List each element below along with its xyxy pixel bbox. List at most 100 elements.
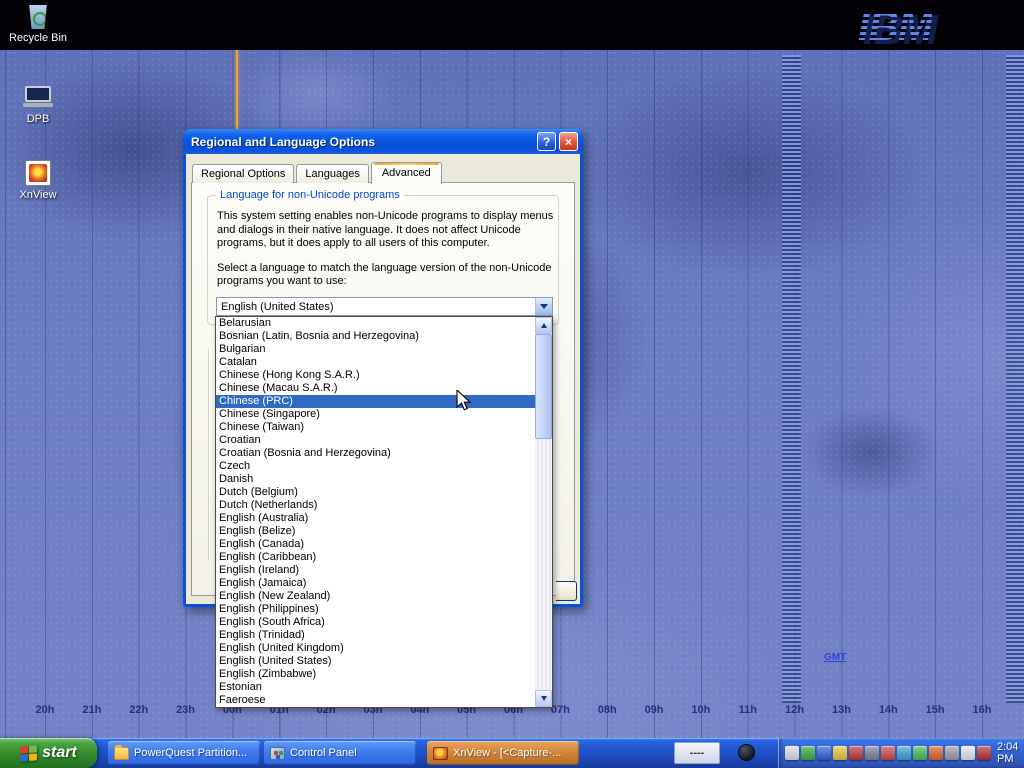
taskbar-button-powerquest[interactable]: PowerQuest Partition... (108, 741, 260, 765)
tray-icon-3[interactable] (817, 746, 831, 760)
language-option[interactable]: English (Philippines) (216, 603, 535, 616)
language-option[interactable]: English (Ireland) (216, 564, 535, 577)
desktop-icon-label: Recycle Bin (6, 32, 70, 44)
tray-icon-4[interactable] (833, 746, 847, 760)
language-option[interactable]: Dutch (Belgium) (216, 486, 535, 499)
tray-icon-11[interactable] (945, 746, 959, 760)
language-option[interactable]: English (Australia) (216, 512, 535, 525)
hour-label: 11h (739, 704, 757, 716)
timezone-hatch-band-right (1006, 55, 1024, 703)
scrollbar-thumb[interactable] (535, 334, 552, 439)
taskbar-button-control-panel[interactable]: Control Panel (264, 741, 416, 765)
taskbar-toolbar[interactable]: ---- (674, 742, 720, 764)
language-option[interactable]: Faeroese (216, 694, 535, 707)
tray-icons (785, 746, 991, 760)
tray-icon-7[interactable] (881, 746, 895, 760)
tray-icon-8[interactable] (897, 746, 911, 760)
language-option[interactable]: Chinese (Hong Kong S.A.R.) (216, 369, 535, 382)
scrollbar-track[interactable] (535, 334, 552, 690)
scroll-down-button[interactable] (535, 690, 552, 707)
combobox-dropdown-button[interactable] (535, 298, 552, 315)
group-box-title: Language for non-Unicode programs (216, 189, 404, 201)
windows-logo-icon (20, 745, 37, 761)
tray-icon-1[interactable] (785, 746, 799, 760)
hour-label: 12h (785, 704, 804, 716)
language-option[interactable]: Bosnian (Latin, Bosnia and Herzegovina) (216, 330, 535, 343)
language-combobox[interactable]: English (United States) (216, 297, 553, 316)
language-option[interactable]: Croatian (Bosnia and Herzegovina) (216, 447, 535, 460)
language-option[interactable]: Chinese (Taiwan) (216, 421, 535, 434)
language-option[interactable]: Estonian (216, 681, 535, 694)
timezone-hatch-band (782, 55, 801, 703)
tray-icon-12[interactable] (961, 746, 975, 760)
language-option[interactable]: Chinese (PRC) (216, 395, 535, 408)
hour-label: 15h (926, 704, 945, 716)
combobox-value: English (United States) (217, 301, 535, 313)
hour-label: 13h (832, 704, 851, 716)
language-option[interactable]: English (Zimbabwe) (216, 668, 535, 681)
start-button-label: start (42, 744, 77, 762)
language-option[interactable]: Danish (216, 473, 535, 486)
chevron-down-icon (540, 304, 548, 309)
tray-icon-2[interactable] (801, 746, 815, 760)
taskbar-clock[interactable]: 2:04 PM (997, 741, 1024, 765)
hour-label: 14h (879, 704, 898, 716)
hour-label: 16h (973, 704, 992, 716)
language-option[interactable]: Croatian (216, 434, 535, 447)
language-option[interactable]: English (New Zealand) (216, 590, 535, 603)
control-panel-icon (270, 747, 285, 760)
system-tray: 2:04 PM (778, 738, 1024, 768)
language-option[interactable]: Chinese (Macau S.A.R.) (216, 382, 535, 395)
tab-regional-options[interactable]: Regional Options (192, 164, 294, 183)
tab-advanced[interactable]: Advanced (371, 162, 442, 184)
close-button[interactable]: × (559, 132, 578, 151)
help-button[interactable]: ? (537, 132, 556, 151)
tab-languages[interactable]: Languages (296, 164, 368, 183)
hour-label: 22h (129, 704, 148, 716)
taskbar-misc-icon[interactable] (738, 744, 755, 761)
tab-strip: Regional Options Languages Advanced (192, 162, 444, 183)
language-option[interactable]: English (Belize) (216, 525, 535, 538)
language-option[interactable]: Chinese (Singapore) (216, 408, 535, 421)
list-scrollbar[interactable] (535, 317, 552, 707)
ibm-logo: IBM IBM (858, 2, 932, 48)
taskbar-button-label: XnView - [<Capture-... (453, 747, 561, 759)
partial-dialog-button[interactable] (556, 581, 577, 601)
time-marker-line (236, 50, 238, 129)
dialog-titlebar[interactable]: Regional and Language Options ? × (183, 129, 583, 154)
desktop-icon-dpb[interactable]: DPB (6, 86, 70, 125)
desktop-icon-xnview[interactable]: XnView (6, 160, 70, 201)
language-option[interactable]: English (United States) (216, 655, 535, 668)
tray-icon-13[interactable] (977, 746, 991, 760)
laptop-icon (23, 86, 53, 110)
language-option[interactable]: English (South Africa) (216, 616, 535, 629)
tray-icon-9[interactable] (913, 746, 927, 760)
language-option[interactable]: English (Canada) (216, 538, 535, 551)
language-option[interactable]: English (Jamaica) (216, 577, 535, 590)
tray-icon-10[interactable] (929, 746, 943, 760)
taskbar-button-label: PowerQuest Partition... (134, 747, 247, 759)
language-option[interactable]: Czech (216, 460, 535, 473)
language-option[interactable]: Catalan (216, 356, 535, 369)
hour-label: 21h (82, 704, 101, 716)
tray-icon-6[interactable] (865, 746, 879, 760)
gmt-label: GMT (824, 652, 846, 663)
tray-icon-5[interactable] (849, 746, 863, 760)
chevron-up-icon (541, 323, 547, 328)
taskbar-button-xnview[interactable]: XnView - [<Capture-... (427, 741, 579, 765)
start-button[interactable]: start (0, 738, 97, 768)
ibm-logo-text: IBM (858, 2, 932, 49)
language-option[interactable]: English (Trinidad) (216, 629, 535, 642)
hour-label: 09h (645, 704, 664, 716)
language-option[interactable]: Belarusian (216, 317, 535, 330)
scroll-up-button[interactable] (535, 317, 552, 334)
desktop-icon-recycle-bin[interactable]: Recycle Bin (6, 5, 70, 44)
hour-label: 08h (598, 704, 617, 716)
language-option[interactable]: Dutch (Netherlands) (216, 499, 535, 512)
desktop-icon-label: DPB (6, 113, 70, 125)
language-option[interactable]: English (Caribbean) (216, 551, 535, 564)
language-option[interactable]: Bulgarian (216, 343, 535, 356)
language-dropdown-list: BelarusianBosnian (Latin, Bosnia and Her… (215, 316, 553, 708)
language-option[interactable]: English (United Kingdom) (216, 642, 535, 655)
desktop: GMT 20h21h22h23h00h01h02h03h04h05h06h07h… (0, 0, 1024, 768)
